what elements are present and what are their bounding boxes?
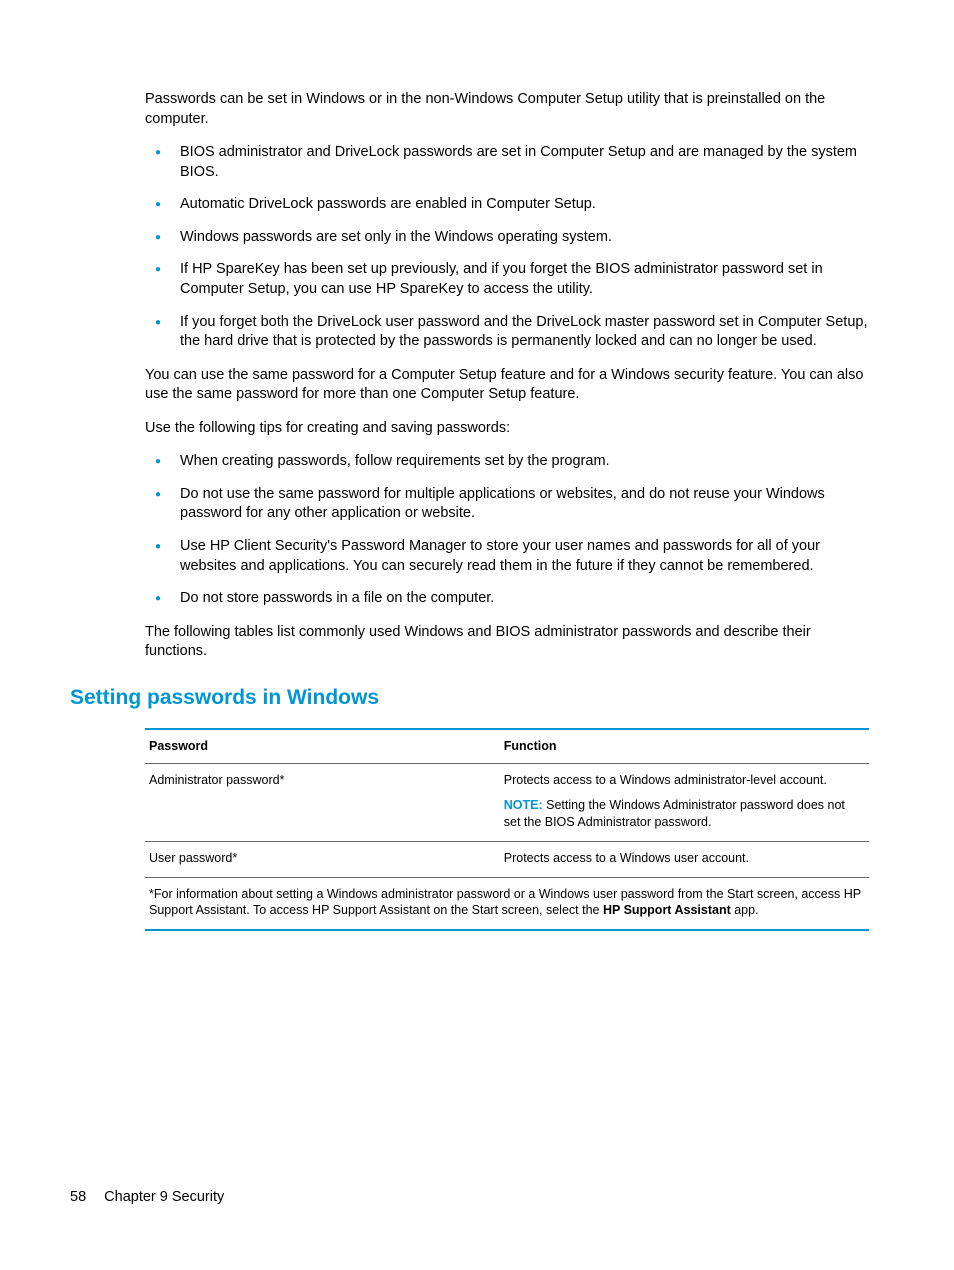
table-row: Administrator password* Protects access … bbox=[145, 764, 869, 842]
table-header-function: Function bbox=[500, 729, 869, 763]
bullet-list-tips: When creating passwords, follow requirem… bbox=[145, 452, 869, 608]
list-item: Automatic DriveLock passwords are enable… bbox=[145, 195, 869, 215]
table-header-row: Password Function bbox=[145, 729, 869, 763]
same-password-paragraph: You can use the same password for a Comp… bbox=[145, 366, 869, 405]
note-text: Setting the Windows Administrator passwo… bbox=[504, 798, 845, 829]
table-row: User password* Protects access to a Wind… bbox=[145, 841, 869, 877]
function-text: Protects access to a Windows administrat… bbox=[504, 773, 827, 787]
table-header-password: Password bbox=[145, 729, 500, 763]
list-item: If HP SpareKey has been set up previousl… bbox=[145, 260, 869, 299]
list-item: When creating passwords, follow requirem… bbox=[145, 452, 869, 472]
cell-function: Protects access to a Windows user accoun… bbox=[500, 841, 869, 877]
passwords-table: Password Function Administrator password… bbox=[145, 728, 869, 931]
note-block: NOTE: Setting the Windows Administrator … bbox=[504, 797, 859, 831]
cell-function: Protects access to a Windows administrat… bbox=[500, 764, 869, 842]
footnote-post: app. bbox=[731, 903, 759, 917]
list-item: If you forget both the DriveLock user pa… bbox=[145, 313, 869, 352]
note-label: NOTE: bbox=[504, 798, 543, 812]
list-item: Use HP Client Security's Password Manage… bbox=[145, 537, 869, 576]
list-item: Do not store passwords in a file on the … bbox=[145, 589, 869, 609]
page-number: 58 bbox=[70, 1189, 86, 1205]
table-footnote-row: *For information about setting a Windows… bbox=[145, 877, 869, 930]
footnote-bold: HP Support Assistant bbox=[603, 903, 731, 917]
bullet-list-setup: BIOS administrator and DriveLock passwor… bbox=[145, 143, 869, 352]
list-item: BIOS administrator and DriveLock passwor… bbox=[145, 143, 869, 182]
page-footer: 58 Chapter 9 Security bbox=[70, 1188, 224, 1208]
cell-password: Administrator password* bbox=[145, 764, 500, 842]
tips-intro-paragraph: Use the following tips for creating and … bbox=[145, 419, 869, 439]
table-footnote: *For information about setting a Windows… bbox=[145, 877, 869, 930]
list-item: Do not use the same password for multipl… bbox=[145, 485, 869, 524]
list-item: Windows passwords are set only in the Wi… bbox=[145, 228, 869, 248]
tables-intro-paragraph: The following tables list commonly used … bbox=[145, 623, 869, 662]
section-heading: Setting passwords in Windows bbox=[70, 684, 869, 712]
page-content: Passwords can be set in Windows or in th… bbox=[70, 90, 884, 931]
intro-paragraph: Passwords can be set in Windows or in th… bbox=[145, 90, 869, 129]
cell-password: User password* bbox=[145, 841, 500, 877]
chapter-label: Chapter 9 Security bbox=[104, 1189, 224, 1205]
